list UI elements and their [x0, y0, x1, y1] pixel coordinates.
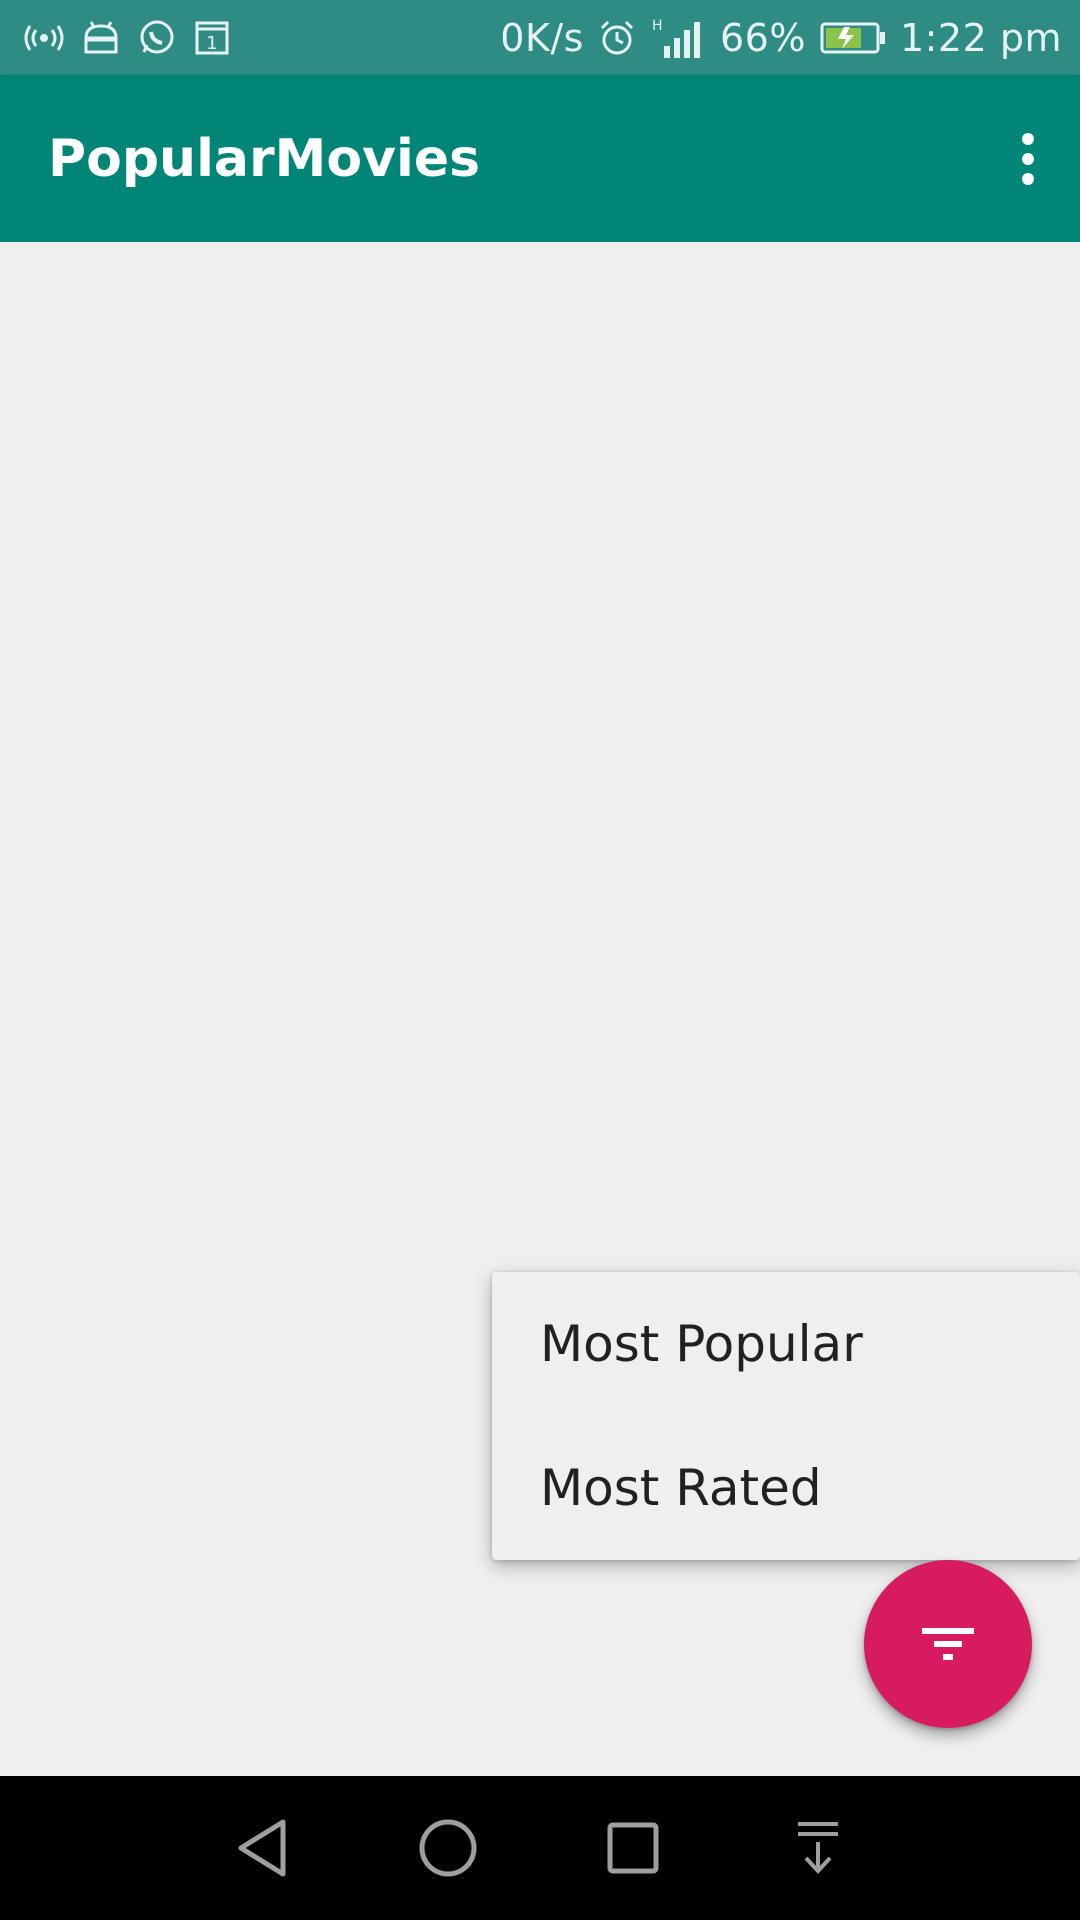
overflow-menu-button[interactable] [1004, 123, 1052, 195]
whatsapp-icon [138, 19, 176, 57]
status-bar: 1 0K/s H 66% 1:22 pm [0, 0, 1080, 75]
battery-percent: 66% [719, 15, 806, 60]
back-icon [238, 1819, 285, 1877]
recents-button[interactable] [593, 1808, 673, 1888]
android-icon [82, 20, 120, 56]
notification-pull-button[interactable] [778, 1808, 858, 1888]
filter-icon [922, 1628, 974, 1660]
signal-icon: H [650, 16, 706, 60]
back-button[interactable] [223, 1808, 303, 1888]
home-button[interactable] [408, 1808, 488, 1888]
home-icon [419, 1819, 476, 1877]
hotspot-icon [24, 23, 64, 53]
svg-text:H: H [652, 18, 663, 34]
clock: 1:22 pm [899, 15, 1062, 60]
network-speed: 0K/s [500, 15, 584, 60]
recents-icon [607, 1822, 658, 1874]
status-bar-right: 0K/s H 66% 1:22 pm [486, 16, 1062, 60]
menu-item-most-popular[interactable]: Most Popular [492, 1272, 1080, 1416]
more-vert-icon [1022, 132, 1034, 185]
svg-text:1: 1 [206, 33, 217, 54]
menu-item-most-rated[interactable]: Most Rated [492, 1416, 1080, 1560]
app-title: PopularMovies [48, 128, 481, 189]
sort-popup-menu: Most Popular Most Rated [492, 1272, 1080, 1560]
filter-fab[interactable] [864, 1560, 1032, 1728]
status-bar-left: 1 [24, 19, 248, 57]
navigation-bar [0, 1776, 1080, 1920]
app-bar: PopularMovies [0, 75, 1080, 242]
calendar-icon: 1 [194, 20, 230, 56]
notification-pull-icon [797, 1822, 838, 1874]
battery-charging-icon [820, 21, 886, 55]
alarm-icon [598, 19, 636, 57]
